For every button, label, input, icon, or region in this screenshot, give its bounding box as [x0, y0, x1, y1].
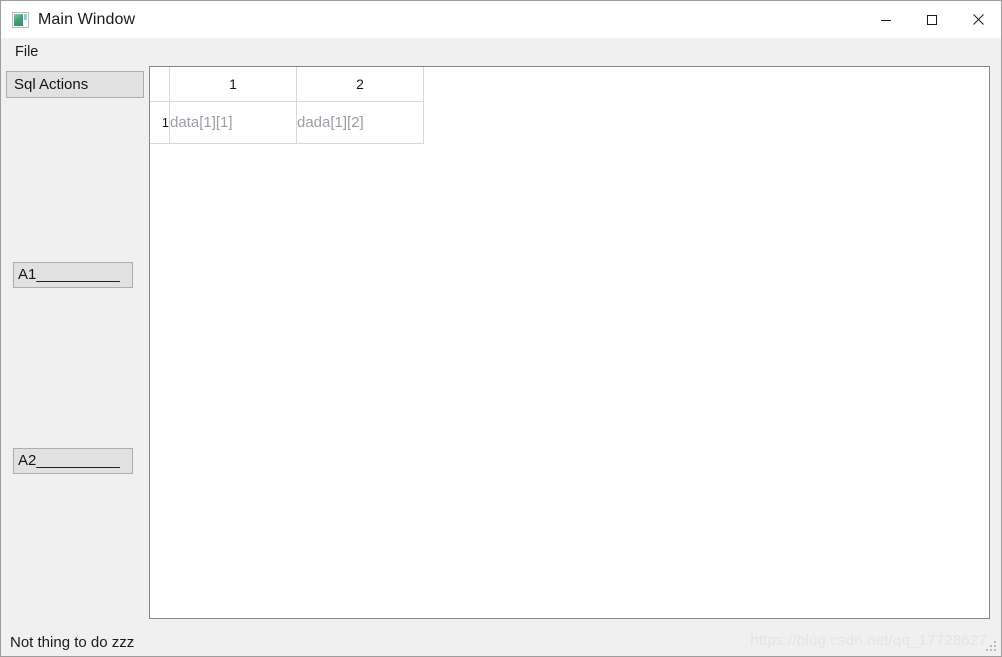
- table-cell-r1c2[interactable]: dada[1][2]: [296, 101, 424, 144]
- resize-grip[interactable]: [986, 641, 998, 653]
- table-body: 1 data[1][1] dada[1][2]: [150, 101, 424, 144]
- title-bar: Main Window: [1, 1, 1001, 38]
- table-row-header-1[interactable]: 1: [150, 101, 170, 144]
- content-panel: 1 2 1 data[1][1] dada[1][2]: [149, 66, 990, 619]
- minimize-button[interactable]: [863, 1, 909, 38]
- sidebar-tab-sql-actions[interactable]: Sql Actions: [6, 71, 144, 98]
- main-window: Main Window File Sql Actions A1_________…: [0, 0, 1002, 657]
- sidebar-button-a1-label: A1__________: [18, 266, 120, 283]
- app-window-icon: [12, 11, 29, 28]
- maximize-button[interactable]: [909, 1, 955, 38]
- watermark-text: https://blog.csdn.net/qq_17728627: [750, 632, 987, 649]
- data-table: 1 2 1 data[1][1] dada[1][2]: [150, 67, 424, 144]
- table-header-row: 1 2: [150, 67, 424, 102]
- menu-item-file[interactable]: File: [10, 43, 43, 62]
- window-title: Main Window: [38, 10, 136, 28]
- maximize-icon: [927, 14, 937, 25]
- close-button[interactable]: [955, 1, 1001, 38]
- table-corner-cell[interactable]: [150, 67, 170, 102]
- window-controls: [863, 1, 1001, 38]
- table-row: 1 data[1][1] dada[1][2]: [150, 101, 424, 144]
- status-message: Not thing to do zzz: [10, 633, 135, 651]
- status-bar: Not thing to do zzz https://blog.csdn.ne…: [1, 628, 1001, 656]
- body-area: Sql Actions A1__________ A2__________ 1 …: [1, 66, 1001, 628]
- sidebar-button-a1[interactable]: A1__________: [13, 262, 133, 288]
- menu-bar: File: [1, 38, 1001, 66]
- sidebar-tab-label: Sql Actions: [14, 76, 89, 93]
- sidebar: Sql Actions A1__________ A2__________: [1, 66, 147, 628]
- minimize-icon: [881, 19, 891, 21]
- table-cell-r1c1[interactable]: data[1][1]: [169, 101, 297, 144]
- table-column-header-2[interactable]: 2: [296, 67, 424, 102]
- table-column-header-1[interactable]: 1: [169, 67, 297, 102]
- close-icon: [972, 14, 984, 25]
- sidebar-button-a2-label: A2__________: [18, 452, 120, 469]
- sidebar-button-a2[interactable]: A2__________: [13, 448, 133, 474]
- table-header: 1 2: [150, 67, 424, 102]
